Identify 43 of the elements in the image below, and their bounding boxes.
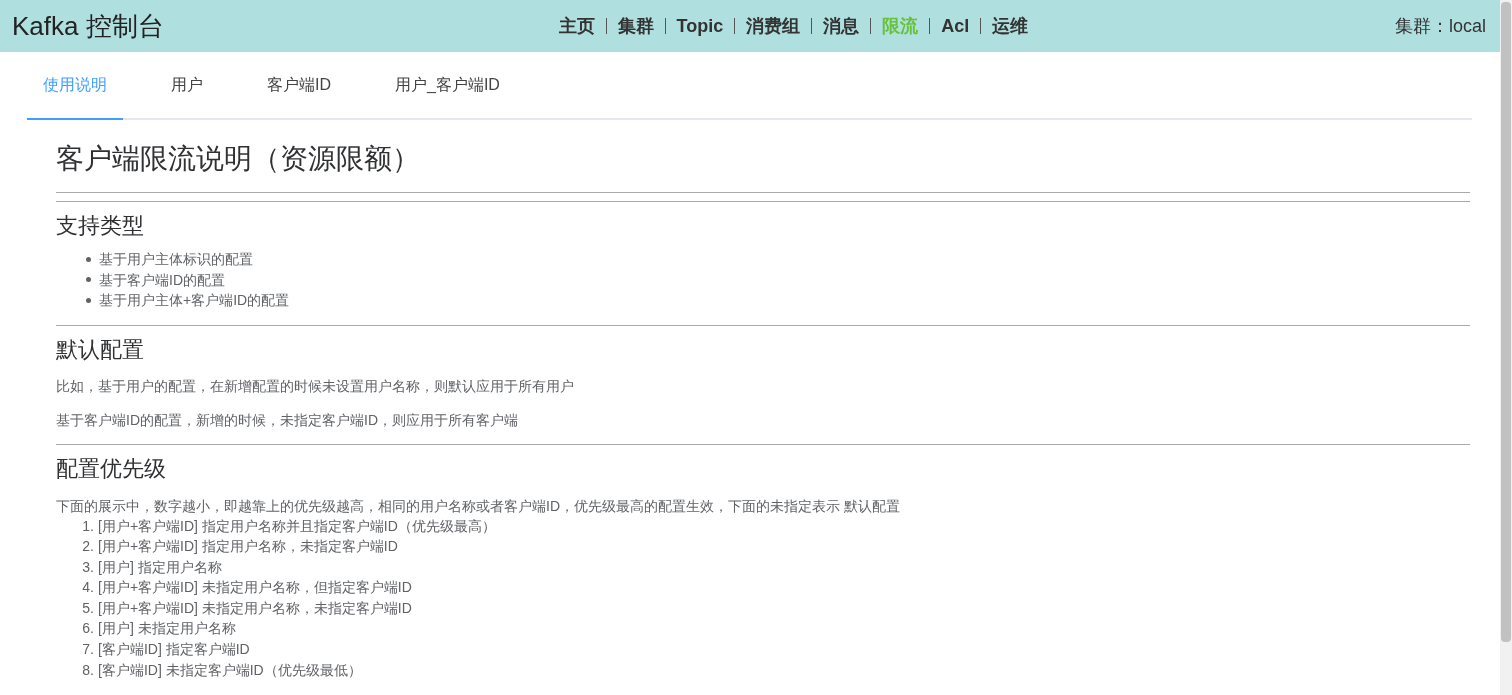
list-item: [用户] 未指定用户名称 bbox=[98, 620, 236, 637]
bullet-icon bbox=[86, 277, 91, 283]
list-item: [用户+客户端ID] 未指定用户名称，未指定客户端ID bbox=[98, 599, 412, 616]
nav-link[interactable]: Acl bbox=[941, 15, 970, 37]
list-number: 1. bbox=[81, 516, 95, 536]
cluster-label: 集群：local bbox=[1394, 15, 1486, 38]
bullet-icon bbox=[86, 256, 91, 262]
paragraph: 基于客户端ID的配置，新增的时候，未指定客户端ID，则应用于所有客户端 bbox=[56, 410, 519, 430]
nav-link[interactable]: 消费组 bbox=[746, 14, 801, 38]
tab[interactable]: 用户_客户端ID bbox=[395, 52, 532, 120]
scrollbar-thumb[interactable] bbox=[1501, 2, 1511, 642]
list-item: [用户+客户端ID] 指定用户名称并且指定客户端ID（优先级最高） bbox=[98, 517, 496, 534]
list-number: 7. bbox=[81, 640, 95, 660]
nav-link[interactable]: 消息 bbox=[823, 14, 860, 38]
nav-link[interactable]: 集群 bbox=[617, 14, 654, 38]
list-item: [客户端ID] 未指定客户端ID（优先级最低） bbox=[98, 661, 362, 678]
paragraph: 比如，基于用户的配置，在新增配置的时候未设置用户名称，则默认应用于所有用户 bbox=[56, 376, 575, 396]
list-number: 8. bbox=[81, 660, 95, 680]
list-number: 3. bbox=[81, 557, 95, 577]
list-item: [用户+客户端ID] 指定用户名称，未指定客户端ID bbox=[98, 538, 398, 555]
section-heading: 配置优先级 bbox=[56, 454, 167, 483]
list-item: 基于用户主体+客户端ID的配置 bbox=[99, 291, 290, 310]
page-heading: 客户端限流说明（资源限额） bbox=[56, 142, 421, 176]
nav-link[interactable]: Topic bbox=[676, 15, 724, 37]
list-item: [用户+客户端ID] 未指定用户名称，但指定客户端ID bbox=[98, 579, 412, 596]
list-item: [客户端ID] 指定客户端ID bbox=[98, 641, 250, 658]
list-number: 5. bbox=[81, 598, 95, 618]
paragraph: 下面的展示中，数字越小，即越靠上的优先级越高，相同的用户名称或者客户端ID，优先级最高的配置生效，下面的未指定表示 默认配置 bbox=[56, 496, 901, 516]
nav-link[interactable]: 运维 bbox=[992, 14, 1029, 38]
list-number: 4. bbox=[81, 578, 95, 598]
app-title: Kafka 控制台 bbox=[12, 9, 164, 43]
section-heading: 支持类型 bbox=[56, 212, 145, 240]
list-item: 基于客户端ID的配置 bbox=[99, 270, 225, 290]
scrollbar[interactable] bbox=[1500, 0, 1512, 695]
list-number: 2. bbox=[81, 537, 95, 557]
tab[interactable]: 用户 bbox=[171, 52, 235, 120]
list-number: 6. bbox=[81, 619, 95, 639]
nav-link[interactable]: 主页 bbox=[558, 14, 595, 38]
section-heading: 默认配置 bbox=[56, 335, 145, 364]
list-item: 基于用户主体标识的配置 bbox=[99, 250, 253, 269]
tab[interactable]: 客户端ID bbox=[267, 52, 363, 120]
list-item: [用户] 指定用户名称 bbox=[98, 558, 222, 575]
bullet-icon bbox=[86, 297, 91, 303]
